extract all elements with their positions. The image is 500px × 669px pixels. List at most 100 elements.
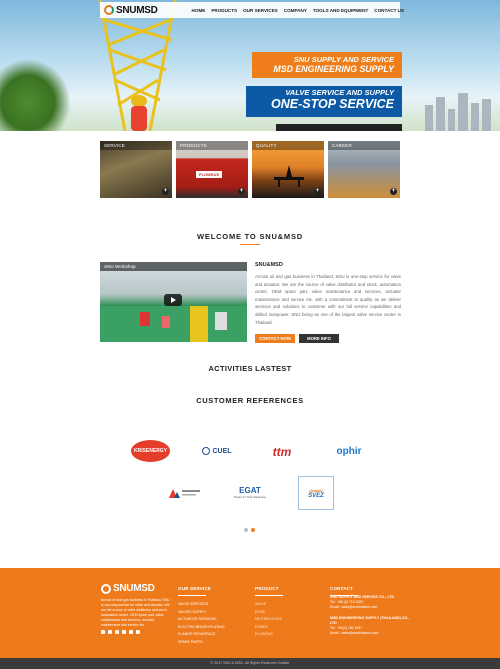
main-nav: HOME PRODUCTS OUR SERVICES COMPANY TOOLS…: [192, 8, 405, 13]
logo-egat-subtitle: Power for Thai Happiness: [233, 494, 267, 499]
banner-dark-strip: [276, 124, 402, 131]
contact-company: MSD ENGINEERING SUPPLY (THAILAND) CO., L…: [330, 616, 410, 636]
plus-icon[interactable]: +: [162, 188, 169, 195]
site-logo[interactable]: SNUMSD: [100, 2, 158, 18]
logo-cuel-text: CUEL: [212, 447, 232, 455]
footer-description: Across oil and gas business in Thailand,…: [101, 598, 170, 627]
footer-logo[interactable]: SNUMSD: [101, 583, 155, 594]
footer-services-title: OUR SERVICE: [178, 586, 212, 591]
logo-krisenergy[interactable]: KRISENERGY: [131, 440, 170, 462]
footer-service-link[interactable]: ELECTRO BRUSH PLATING: [178, 624, 225, 632]
about-title: SNU&MSD: [255, 262, 283, 268]
workshop-video[interactable]: SNU Workshop: [100, 262, 247, 342]
footer-products: PRODUCT VALVE ROSE NETHERLOCKS FIBREK FL…: [255, 586, 283, 639]
footer-product-link[interactable]: ROSE: [255, 609, 283, 617]
nav-products[interactable]: PRODUCTS: [211, 8, 237, 13]
social-links: [101, 630, 140, 634]
tree-graphic: [0, 60, 70, 131]
footer: [0, 568, 500, 658]
logo-svez[interactable]: Quality SVEZ: [298, 476, 334, 510]
play-button[interactable]: [164, 294, 182, 306]
carousel-dot-1[interactable]: [244, 528, 248, 532]
tile-service[interactable]: SERVICE +: [100, 141, 172, 198]
footer-service-link[interactable]: SPARE PARTS: [178, 639, 225, 647]
pttep-mark-icon: [169, 489, 200, 498]
linkedin-icon[interactable]: [136, 630, 140, 634]
banner-supply-line2: MSD ENGINEERING SUPPLY: [273, 64, 394, 74]
footer-logo-mark-icon: [101, 583, 111, 594]
hero-banner: SNUMSD HOME PRODUCTS OUR SERVICES COMPAN…: [0, 0, 500, 131]
logo-pttep[interactable]: [166, 486, 204, 500]
tile-career[interactable]: CAREER +: [328, 141, 400, 198]
email-icon[interactable]: [129, 630, 133, 634]
logo-svez-text: SVEZ: [308, 492, 324, 499]
video-title: SNU Workshop: [100, 262, 247, 271]
logo-mark-icon: [104, 5, 114, 15]
more-info-button[interactable]: MORE INFO: [299, 334, 339, 343]
banner-supply: SNU SUPPLY AND SERVICE MSD ENGINEERING S…: [252, 52, 402, 78]
heading-underline: [240, 244, 260, 245]
welcome-heading: WELCOME TO SNU&MSD: [197, 232, 303, 241]
tile-quality-label: QUALITY: [252, 141, 324, 150]
footer-product-link[interactable]: VALVE: [255, 601, 283, 609]
logo-cuel[interactable]: CUEL: [196, 444, 238, 458]
google-plus-icon[interactable]: [115, 630, 119, 634]
city-skyline: [425, 93, 491, 131]
tile-products[interactable]: PRODUCTS FLOWSUS +: [176, 141, 248, 198]
nav-company[interactable]: COMPANY: [284, 8, 307, 13]
footer-services: OUR SERVICE VALVE SERVICES VALVES SUPPLY…: [178, 586, 225, 646]
copyright-bar: © 2017 SNU & MSD. All Rights Reserved. B…: [0, 658, 500, 669]
carousel-dot-2[interactable]: [251, 528, 255, 532]
plus-icon[interactable]: +: [314, 188, 321, 195]
about-text: Across oil and gas business in Thailand,…: [255, 274, 401, 325]
contact-company: SNU SUPPLY AND SERVICE CO., LTD Tel : +6…: [330, 595, 410, 610]
footer-service-link[interactable]: VALVES SUPPLY: [178, 609, 225, 617]
footer-divider: [178, 595, 206, 596]
nav-tools-equipment[interactable]: TOOLS AND EQUIPMENT: [313, 8, 368, 13]
footer-divider: [255, 595, 283, 596]
footer-service-link[interactable]: VALVE SERVICES: [178, 601, 225, 609]
banner-supply-line1: SNU SUPPLY AND SERVICE: [293, 55, 394, 64]
tile-career-label: CAREER: [328, 141, 400, 150]
nav-our-services[interactable]: OUR SERVICES: [243, 8, 278, 13]
plus-icon[interactable]: +: [238, 188, 245, 195]
carousel-dots: [244, 528, 255, 532]
footer-product-link[interactable]: NETHERLOCKS: [255, 616, 283, 624]
footer-contact-title: CONTACT: [330, 586, 354, 591]
logo-text: SNUMSD: [116, 4, 158, 16]
about-buttons: CONTACT NOW MORE INFO: [255, 334, 339, 343]
footer-product-link[interactable]: FLOWSUS: [255, 631, 283, 639]
footer-logo-text: SNUMSD: [113, 583, 155, 594]
footer-service-link[interactable]: ACTUATOR SERVICES: [178, 616, 225, 624]
activities-heading: ACTIVITIES LASTEST: [208, 364, 292, 373]
logo-egat[interactable]: EGAT Power for Thai Happiness: [230, 484, 270, 500]
footer-product-link[interactable]: FIBREK: [255, 624, 283, 632]
footer-products-title: PRODUCT: [255, 586, 279, 591]
about-section: SNU&MSD Across oil and gas business in T…: [255, 262, 401, 326]
contact-email[interactable]: Email : sales@snuthailand.com: [330, 605, 410, 610]
cuel-swirl-icon: [202, 447, 211, 455]
twitter-icon[interactable]: [108, 630, 112, 634]
banner-valve-line1: VALVE SERVICE AND SUPPLY: [285, 88, 394, 97]
contact-company-name: MSD ENGINEERING SUPPLY (THAILAND) CO., L…: [330, 616, 410, 625]
footer-service-link[interactable]: FLANGE RESURFACE: [178, 631, 225, 639]
nav-home[interactable]: HOME: [192, 8, 206, 13]
banner-valve: VALVE SERVICE AND SUPPLY ONE-STOP SERVIC…: [246, 86, 402, 117]
contact-email[interactable]: Email : sales@msdthailand.com: [330, 631, 410, 636]
oil-rig-illustration: [274, 165, 304, 187]
tile-products-label: PRODUCTS: [176, 141, 248, 150]
logo-egat-text: EGAT: [239, 485, 261, 495]
nav-contact-us[interactable]: CONTACT US: [374, 8, 404, 13]
logo-ttm[interactable]: ttm: [264, 442, 300, 462]
tile-service-label: SERVICE: [100, 141, 172, 150]
plus-icon[interactable]: +: [390, 188, 397, 195]
contact-now-button[interactable]: CONTACT NOW: [255, 334, 295, 343]
banner-valve-line2: ONE-STOP SERVICE: [271, 97, 394, 111]
tile-quality[interactable]: QUALITY +: [252, 141, 324, 198]
logo-ophir[interactable]: ophir: [328, 442, 370, 460]
feature-tiles: SERVICE + PRODUCTS FLOWSUS + QUALITY + C…: [100, 141, 400, 198]
youtube-icon[interactable]: [122, 630, 126, 634]
facebook-icon[interactable]: [101, 630, 105, 634]
footer-contact: SNU SUPPLY AND SERVICE CO., LTD Tel : +6…: [330, 595, 410, 642]
workshop-scene: [100, 306, 247, 342]
